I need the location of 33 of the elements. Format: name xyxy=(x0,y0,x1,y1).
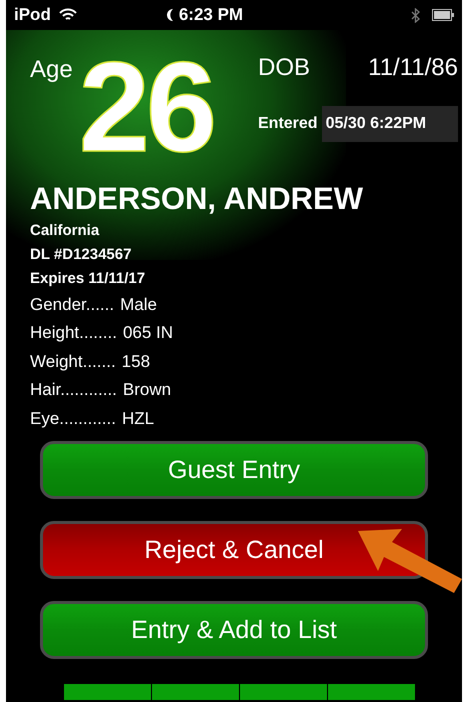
detail-value: Brown xyxy=(122,379,172,402)
carrier-name: iPod xyxy=(14,4,51,26)
bluetooth-icon xyxy=(411,8,420,22)
license-line: Expires 11/11/17 xyxy=(30,268,146,289)
dob-value: 11/11/86 xyxy=(368,53,458,83)
detail-value: Male xyxy=(120,294,157,316)
dob-label: DOB xyxy=(258,53,310,83)
entered-label: Entered xyxy=(258,114,318,134)
age-value: 26 xyxy=(78,44,214,172)
tab-segment[interactable] xyxy=(152,684,239,700)
license-line: California xyxy=(30,220,100,241)
reject-button[interactable]: Reject & Cancel xyxy=(40,521,428,580)
wifi-icon xyxy=(58,8,77,22)
person-name: ANDERSON, ANDREW xyxy=(30,180,364,218)
age-label: Age xyxy=(30,55,73,85)
license-line: DL #D1234567 xyxy=(30,244,132,265)
detail-label: Eye............ xyxy=(30,408,116,430)
detail-label: Gender...... xyxy=(30,294,114,316)
battery-icon xyxy=(432,9,454,21)
status-time: 6:23 PM xyxy=(178,4,244,26)
detail-value: 158 xyxy=(122,350,150,373)
detail-label: Hair............ xyxy=(30,379,117,402)
entry-button[interactable]: Guest Entry xyxy=(40,441,428,500)
entry-button[interactable]: Entry & Add to List xyxy=(40,601,428,660)
tab-segment[interactable] xyxy=(328,684,415,700)
tab-segment[interactable] xyxy=(240,684,327,700)
detail-value: HZL xyxy=(122,408,154,430)
detail-label: Weight....... xyxy=(30,350,116,373)
detail-label: Height........ xyxy=(30,322,117,344)
entered-value: 05/30 6:22PM xyxy=(322,106,458,142)
detail-value: 065 IN xyxy=(122,322,174,344)
moon-icon xyxy=(164,8,175,22)
tab-segment[interactable] xyxy=(64,684,151,700)
